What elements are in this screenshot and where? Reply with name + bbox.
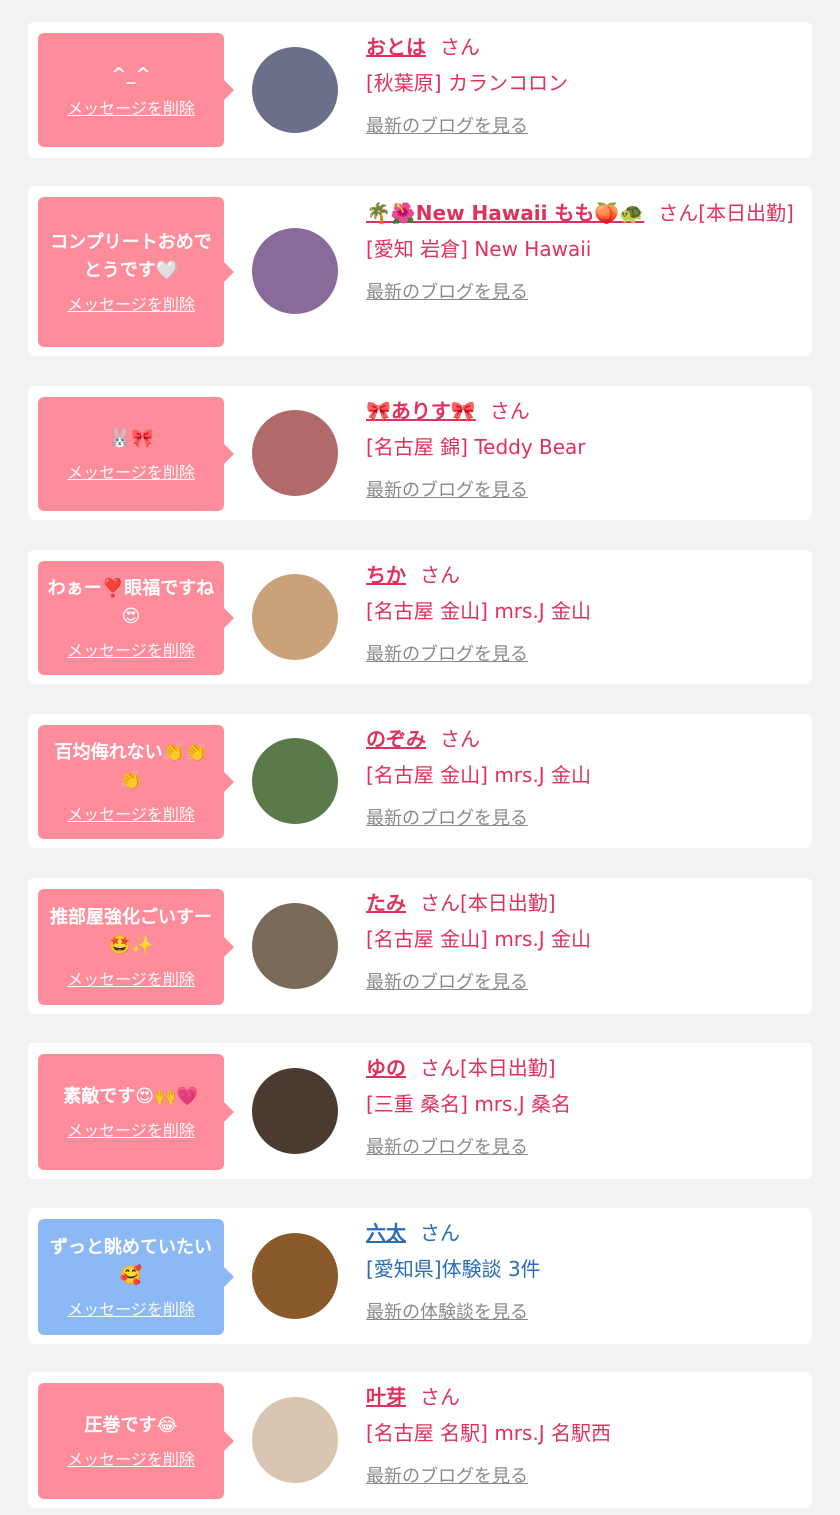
avatar[interactable] (252, 574, 338, 660)
profile-name-link[interactable]: ちか (366, 563, 406, 587)
delete-message-link[interactable]: メッセージを削除 (67, 459, 195, 483)
message-text: 圧巻です😂 (84, 1415, 178, 1436)
profile-name-link[interactable]: 六太 (366, 1221, 406, 1245)
profile-info: 叶芽 さん [名古屋 名駅] mrs.J 名駅西 最新のブログを見る (366, 1380, 796, 1488)
avatar[interactable] (252, 1397, 338, 1483)
list-item: ^_^ メッセージを削除 おとは さん [秋葉原] カランコロン 最新のブログを見… (28, 22, 812, 158)
list-item: ずっと眺めていたい🥰 メッセージを削除 六太 さん [愛知県]体験談 3件 最新の… (28, 1208, 812, 1344)
message-bubble: ずっと眺めていたい🥰 メッセージを削除 (38, 1219, 234, 1335)
honorific: さん[本日出勤] (658, 201, 794, 225)
latest-blog-link[interactable]: 最新のブログを見る (366, 804, 528, 830)
message-text: 素敵です😍🙌💗 (63, 1086, 199, 1107)
avatar[interactable] (252, 903, 338, 989)
avatar[interactable] (252, 228, 338, 314)
delete-message-link[interactable]: メッセージを削除 (67, 966, 195, 990)
latest-blog-link[interactable]: 最新のブログを見る (366, 476, 528, 502)
profile-name-link[interactable]: のぞみ (366, 727, 426, 751)
message-bubble: わぁー❣️眼福ですね😍 メッセージを削除 (38, 561, 234, 675)
shop-label: [愛知 岩倉] New Hawaii (366, 237, 592, 261)
profile-info: のぞみ さん [名古屋 金山] mrs.J 金山 最新のブログを見る (366, 722, 796, 830)
delete-message-link[interactable]: メッセージを削除 (67, 637, 195, 661)
profile-info: ちか さん [名古屋 金山] mrs.J 金山 最新のブログを見る (366, 558, 796, 666)
message-text: 🐰🎀 (108, 428, 154, 449)
message-text: わぁー❣️眼福ですね😍 (47, 578, 215, 627)
latest-blog-link[interactable]: 最新のブログを見る (366, 640, 528, 666)
honorific: さん[本日出勤] (420, 1056, 556, 1080)
profile-name-link[interactable]: ゆの (366, 1056, 406, 1080)
list-item: 素敵です😍🙌💗 メッセージを削除 ゆの さん[本日出勤] [三重 桑名] mrs.… (28, 1043, 812, 1179)
avatar[interactable] (252, 738, 338, 824)
honorific: さん[本日出勤] (420, 891, 556, 915)
message-text: 推部屋強化ごいすー🤩✨ (50, 907, 212, 956)
latest-review-link[interactable]: 最新の体験談を見る (366, 1298, 528, 1324)
delete-message-link[interactable]: メッセージを削除 (67, 1296, 195, 1320)
honorific: さん (420, 1385, 460, 1409)
profile-name-link[interactable]: たみ (366, 891, 406, 915)
message-bubble: 百均侮れない👏👏👏 メッセージを削除 (38, 725, 234, 839)
list-item: 圧巻です😂 メッセージを削除 叶芽 さん [名古屋 名駅] mrs.J 名駅西 最… (28, 1372, 812, 1508)
profile-name-link[interactable]: 叶芽 (366, 1385, 406, 1409)
list-item: わぁー❣️眼福ですね😍 メッセージを削除 ちか さん [名古屋 金山] mrs.J… (28, 550, 812, 684)
shop-label: [名古屋 錦] Teddy Bear (366, 435, 586, 459)
delete-message-link[interactable]: メッセージを削除 (67, 95, 195, 119)
avatar[interactable] (252, 47, 338, 133)
latest-blog-link[interactable]: 最新のブログを見る (366, 1133, 528, 1159)
latest-blog-link[interactable]: 最新のブログを見る (366, 278, 528, 304)
shop-label: [名古屋 金山] mrs.J 金山 (366, 927, 592, 951)
message-text: コンプリートおめでとうです🤍 (50, 232, 212, 281)
message-text: ^_^ (111, 64, 151, 85)
message-text: ずっと眺めていたい🥰 (50, 1237, 212, 1286)
shop-label: [愛知県]体験談 3件 (366, 1257, 541, 1281)
honorific: さん (440, 727, 480, 751)
latest-blog-link[interactable]: 最新のブログを見る (366, 968, 528, 994)
list-item: コンプリートおめでとうです🤍 メッセージを削除 🌴🌺New Hawaii もも🍑… (28, 186, 812, 356)
honorific: さん (420, 563, 460, 587)
profile-name-link[interactable]: 🎀ありす🎀 (366, 399, 476, 423)
latest-blog-link[interactable]: 最新のブログを見る (366, 112, 528, 138)
avatar[interactable] (252, 1068, 338, 1154)
delete-message-link[interactable]: メッセージを削除 (67, 291, 195, 315)
message-bubble: コンプリートおめでとうです🤍 メッセージを削除 (38, 197, 234, 347)
profile-info: 🌴🌺New Hawaii もも🍑🐢 さん[本日出勤] [愛知 岩倉] New Ha… (366, 196, 796, 304)
list-item: 🐰🎀 メッセージを削除 🎀ありす🎀 さん [名古屋 錦] Teddy Bear 最… (28, 386, 812, 520)
avatar[interactable] (252, 1233, 338, 1319)
message-text: 百均侮れない👏👏👏 (54, 742, 208, 791)
delete-message-link[interactable]: メッセージを削除 (67, 801, 195, 825)
latest-blog-link[interactable]: 最新のブログを見る (366, 1462, 528, 1488)
profile-name-link[interactable]: おとは (366, 35, 426, 59)
honorific: さん (489, 399, 530, 423)
honorific: さん (440, 35, 480, 59)
shop-label: [名古屋 金山] mrs.J 金山 (366, 763, 592, 787)
profile-info: おとは さん [秋葉原] カランコロン 最新のブログを見る (366, 30, 796, 138)
profile-info: 🎀ありす🎀 さん [名古屋 錦] Teddy Bear 最新のブログを見る (366, 394, 796, 502)
honorific: さん (420, 1221, 460, 1245)
shop-label: [名古屋 名駅] mrs.J 名駅西 (366, 1421, 612, 1445)
delete-message-link[interactable]: メッセージを削除 (67, 1446, 195, 1470)
avatar[interactable] (252, 410, 338, 496)
shop-label: [三重 桑名] mrs.J 桑名 (366, 1092, 572, 1116)
list-item: 百均侮れない👏👏👏 メッセージを削除 のぞみ さん [名古屋 金山] mrs.J … (28, 714, 812, 848)
message-bubble: 推部屋強化ごいすー🤩✨ メッセージを削除 (38, 889, 234, 1005)
profile-info: 六太 さん [愛知県]体験談 3件 最新の体験談を見る (366, 1216, 796, 1324)
shop-label: [名古屋 金山] mrs.J 金山 (366, 599, 592, 623)
list-item: 推部屋強化ごいすー🤩✨ メッセージを削除 たみ さん[本日出勤] [名古屋 金山]… (28, 878, 812, 1014)
profile-info: たみ さん[本日出勤] [名古屋 金山] mrs.J 金山 最新のブログを見る (366, 886, 796, 994)
message-bubble: 🐰🎀 メッセージを削除 (38, 397, 234, 511)
message-list: ^_^ メッセージを削除 おとは さん [秋葉原] カランコロン 最新のブログを見… (0, 0, 840, 1515)
message-bubble: 圧巻です😂 メッセージを削除 (38, 1383, 234, 1499)
message-bubble: ^_^ メッセージを削除 (38, 33, 234, 147)
shop-label: [秋葉原] カランコロン (366, 71, 568, 95)
delete-message-link[interactable]: メッセージを削除 (67, 1117, 195, 1141)
profile-info: ゆの さん[本日出勤] [三重 桑名] mrs.J 桑名 最新のブログを見る (366, 1051, 796, 1159)
message-bubble: 素敵です😍🙌💗 メッセージを削除 (38, 1054, 234, 1170)
profile-name-link[interactable]: 🌴🌺New Hawaii もも🍑🐢 (366, 201, 644, 225)
